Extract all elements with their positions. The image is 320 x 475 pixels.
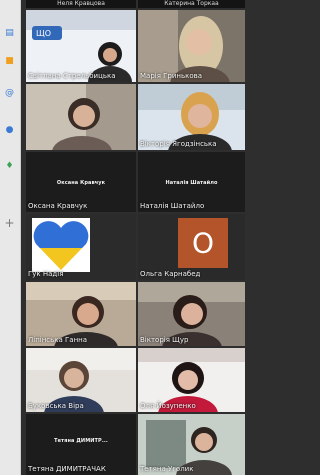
participant-name: Марія Гринькова bbox=[140, 72, 203, 80]
participant-name: Тетяна ДИМИТРАЧАК bbox=[28, 465, 106, 473]
participant-name: Ольга Карнабед bbox=[140, 270, 201, 278]
participant-name: Світлана Стрельбицька bbox=[28, 72, 116, 80]
participant-name: Буковська Віра bbox=[28, 402, 84, 410]
participant-tile[interactable]: Вікторія Ягодзінська bbox=[138, 84, 245, 150]
participant-name: Вікторія Щур bbox=[140, 336, 189, 344]
participant-tile[interactable]: О Ольга Карнабед bbox=[138, 214, 245, 280]
location-pin-icon[interactable]: ♦ bbox=[3, 160, 16, 173]
participant-tile[interactable]: Вікторія Щур bbox=[138, 282, 245, 346]
participant-name: Неля Кравцова bbox=[26, 0, 136, 8]
participant-caption: Оксана Кравчук bbox=[56, 180, 106, 186]
participant-name: Ліпінська Ганна bbox=[28, 336, 88, 344]
participant-tile[interactable]: Ліпінська Ганна bbox=[26, 282, 136, 346]
video-grid: Неля Кравцова Катерина Торкаа ЩО Світлан… bbox=[26, 0, 245, 475]
participant-caption: Тетяна ДИМИТР... bbox=[54, 438, 108, 444]
avatar-initial: О bbox=[191, 226, 215, 260]
person-icon[interactable]: ● bbox=[3, 124, 16, 137]
folder-icon[interactable]: ■ bbox=[3, 55, 16, 68]
participant-tile[interactable]: Тетяна Уголик bbox=[138, 414, 245, 475]
participant-tile[interactable]: Тетяна ДИМИТР... Тетяна ДИМИТРАЧАК bbox=[26, 414, 136, 475]
participant-tile[interactable]: Буковська Віра bbox=[26, 348, 136, 412]
chat-icon[interactable]: ▤ bbox=[3, 27, 16, 40]
participant-name: Оксана Кравчук bbox=[28, 202, 88, 210]
plus-icon[interactable]: + bbox=[3, 216, 16, 229]
participant-name: Оля Йозупенко bbox=[140, 402, 196, 410]
participant-tile[interactable] bbox=[26, 84, 136, 150]
left-toolbar: ▤ ■ @ ● ♦ + bbox=[0, 0, 21, 475]
participant-name: Наталія Шатайло bbox=[140, 202, 205, 210]
at-sign-icon[interactable]: @ bbox=[3, 87, 16, 100]
svg-text:ЩО: ЩО bbox=[36, 29, 51, 38]
participant-tile[interactable]: Оля Йозупенко bbox=[138, 348, 245, 412]
tile-strip-right: Катерина Торкаа bbox=[138, 0, 245, 8]
video-feed bbox=[26, 84, 136, 150]
participant-tile[interactable]: Гук Надія bbox=[26, 214, 136, 280]
participant-name: Тетяна Уголик bbox=[140, 465, 194, 473]
participant-tile[interactable]: Марія Гринькова bbox=[138, 10, 245, 82]
participant-name: Вікторія Ягодзінська bbox=[140, 140, 217, 148]
participant-caption: Наталія Шатайло bbox=[165, 180, 218, 186]
heart-flag-image bbox=[32, 218, 90, 272]
participant-tile[interactable]: Оксана Кравчук Оксана Кравчук bbox=[26, 152, 136, 212]
avatar: О bbox=[178, 218, 228, 268]
participant-name: Катерина Торкаа bbox=[138, 0, 245, 8]
participant-tile[interactable]: ЩО Світлана Стрельбицька bbox=[26, 10, 136, 82]
participant-name: Гук Надія bbox=[28, 270, 64, 278]
participant-tile[interactable]: Наталія Шатайло Наталія Шатайло bbox=[138, 152, 245, 212]
tile-strip-left: Неля Кравцова bbox=[26, 0, 136, 8]
